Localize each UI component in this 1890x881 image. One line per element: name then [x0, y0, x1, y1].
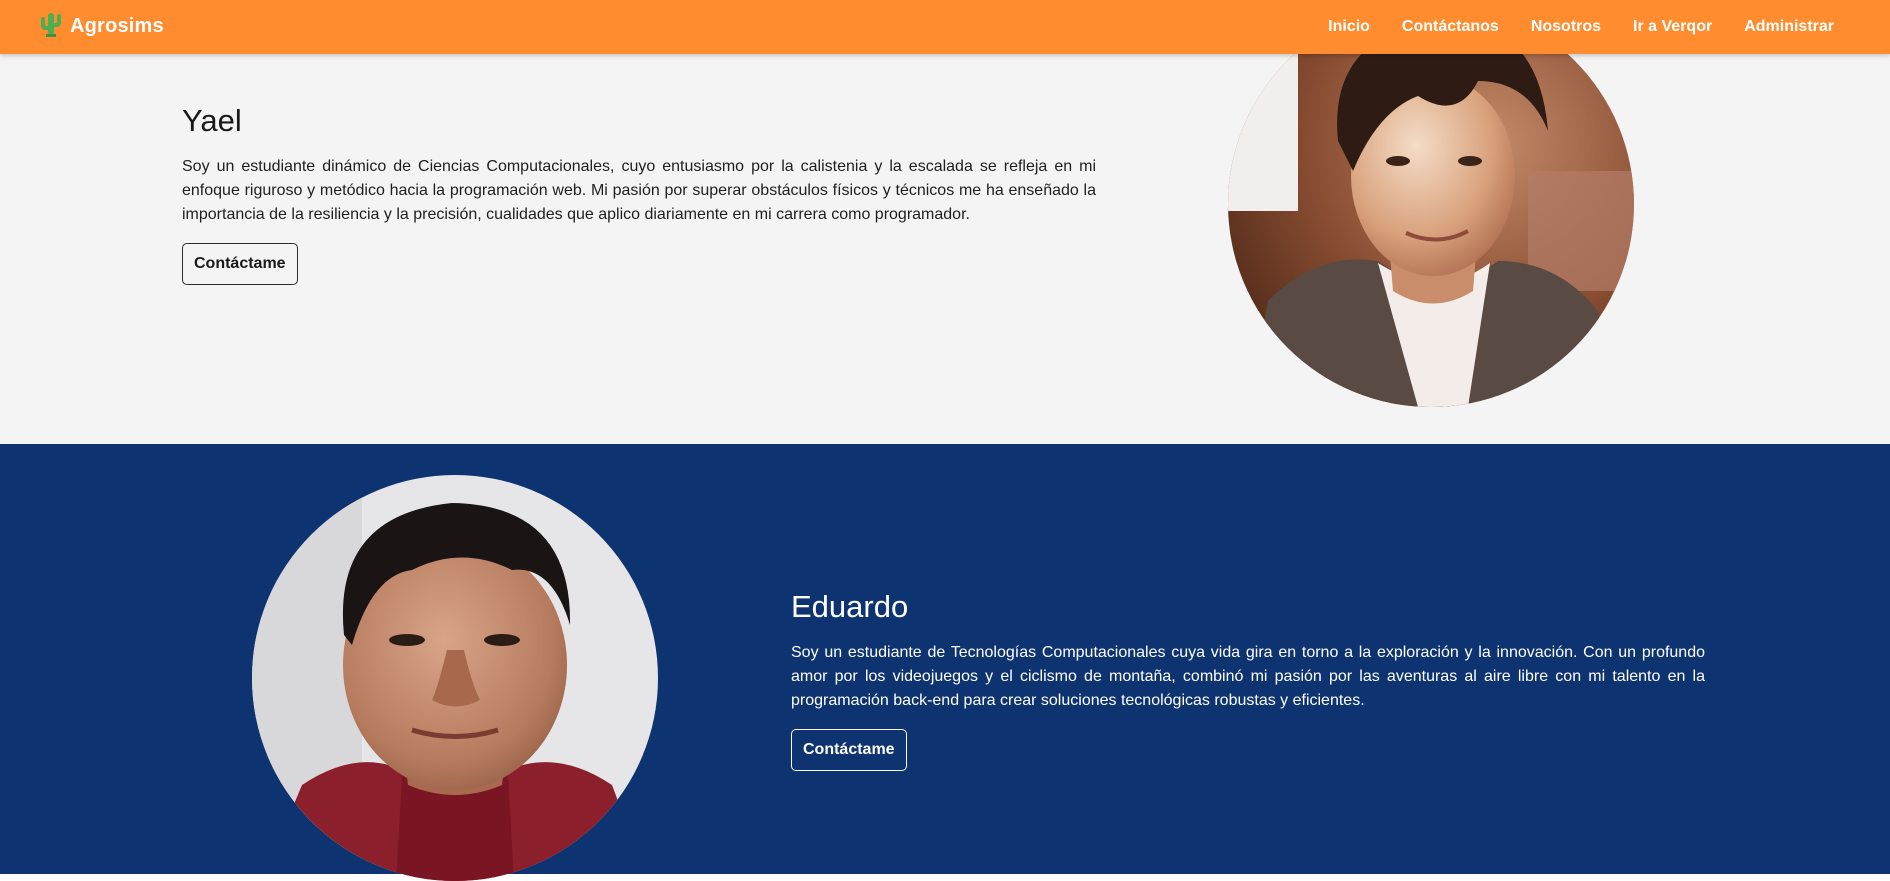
member-name: Eduardo	[791, 589, 909, 624]
brand-link[interactable]: Agrosims	[40, 11, 164, 42]
nav-link-ir-a-verqor[interactable]: Ir a Verqor	[1633, 18, 1712, 36]
cactus-icon	[40, 11, 70, 42]
contact-me-button[interactable]: Contáctame	[791, 729, 907, 771]
top-navbar: Agrosims Inicio Contáctanos Nosotros Ir …	[0, 0, 1890, 54]
nav-link-administrar[interactable]: Administrar	[1744, 18, 1834, 36]
nav-links: Inicio Contáctanos Nosotros Ir a Verqor …	[1296, 0, 1834, 54]
member-bio: Soy un estudiante dinámico de Ciencias C…	[182, 158, 1096, 223]
nav-link-contactanos[interactable]: Contáctanos	[1402, 18, 1499, 36]
nav-link-nosotros[interactable]: Nosotros	[1531, 18, 1601, 36]
member-photo	[1228, 1, 1634, 407]
team-member-yael-section: Yael Soy un estudiante dinámico de Cienc…	[0, 0, 1890, 444]
nav-link-inicio[interactable]: Inicio	[1328, 18, 1370, 36]
member-name: Yael	[182, 103, 242, 138]
contact-me-button[interactable]: Contáctame	[182, 243, 298, 285]
member-bio: Soy un estudiante de Tecnologías Computa…	[791, 644, 1705, 709]
member-photo	[252, 475, 658, 881]
brand-name: Agrosims	[70, 15, 164, 37]
